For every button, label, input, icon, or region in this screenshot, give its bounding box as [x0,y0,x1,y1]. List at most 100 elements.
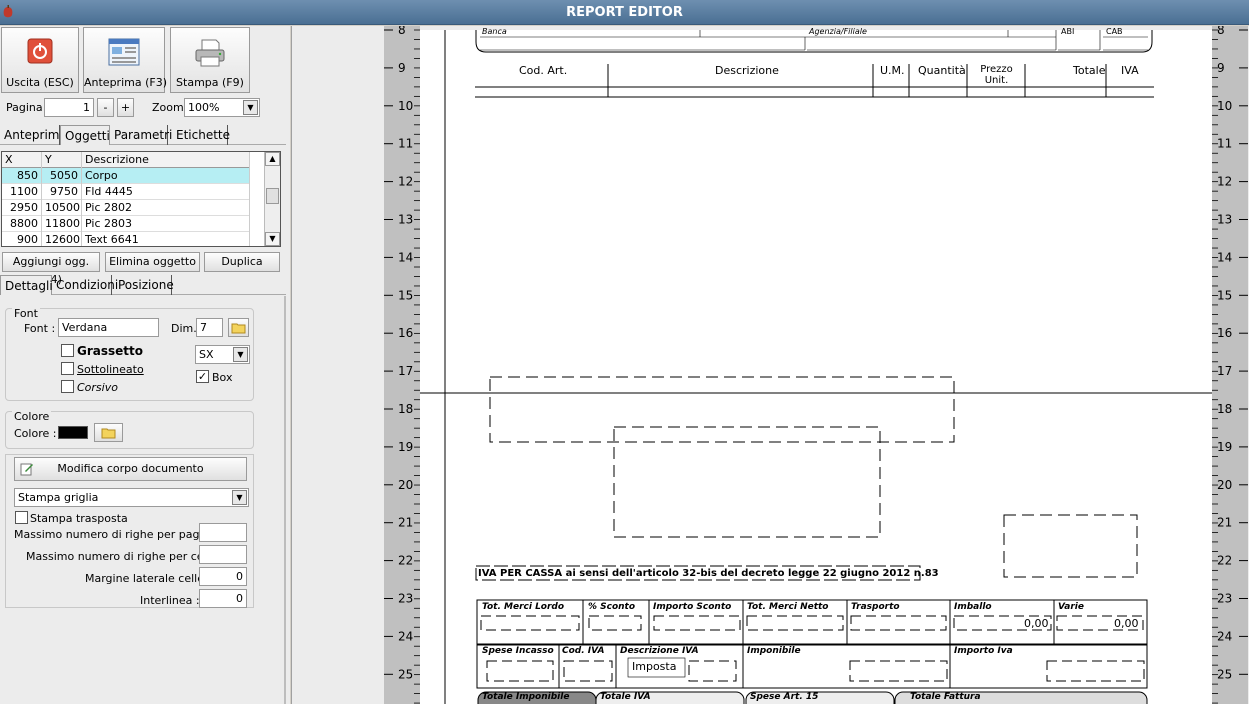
column-um[interactable]: U.M. [880,64,905,77]
page-label: Pagina [6,101,43,114]
color-swatch[interactable] [58,426,88,439]
ruler-label: 19 [1217,440,1232,454]
edit-body-button[interactable]: Modifica corpo documento [14,457,247,481]
ruler-label: 8 [1217,26,1225,37]
ruler-label: 9 [398,61,406,75]
label-totale-fattura[interactable]: Totale Fattura [910,692,981,702]
label-importo-iva[interactable]: Importo Iva [954,646,1013,656]
label-totale-imponibile[interactable]: Totale Imponibile [482,692,569,702]
underline-checkbox[interactable] [61,362,74,375]
box-checkbox[interactable]: ✓ [196,370,209,383]
tab-anteprima[interactable]: Anteprima [0,125,67,145]
line-spacing-label: Interlinea : [140,594,200,607]
label-tot-merci-netto[interactable]: Tot. Merci Netto [747,602,829,612]
max-rows-page-input[interactable] [199,523,247,542]
scroll-thumb[interactable] [266,188,279,204]
table-scrollbar[interactable]: ▲ ▼ [264,152,280,246]
column-totale[interactable]: Totale [1073,64,1105,77]
label-imballo[interactable]: Imballo [954,602,992,612]
table-row[interactable]: 8800 11800 Pic 2803 [2,216,250,232]
dim-input[interactable]: 7 [196,318,223,337]
label-tot-merci-lordo[interactable]: Tot. Merci Lordo [482,602,564,612]
bank-label[interactable]: Banca [482,27,507,36]
column-quantita[interactable]: Quantità [918,64,966,77]
italic-checkbox[interactable] [61,380,74,393]
label-spese-art-15[interactable]: Spese Art. 15 [750,692,818,702]
label-spese-incasso[interactable]: Spese Incasso [482,646,554,656]
max-rows-page-label: Massimo numero di righe per pagina : [14,528,224,541]
cab-label[interactable]: CAB [1106,27,1123,36]
objects-table[interactable]: X Y Descrizione 850 5050 Corpo 1100 9750… [1,151,281,247]
grid-print-value: Stampa griglia [18,491,99,504]
left-ruler: 8 9 10 11 12 13 14 15 16 17 18 19 20 21 22 23 24 25 [384,26,420,704]
varie-value[interactable]: 0,00 [1114,617,1139,630]
page-prev-button[interactable]: - [97,98,114,117]
header-descrizione[interactable]: Descrizione [82,152,250,168]
edit-body-label: Modifica corpo documento [57,462,204,475]
font-folder-button[interactable] [228,318,249,337]
abi-label[interactable]: ABI [1061,27,1074,36]
imposta-label[interactable]: Imposta [632,660,676,673]
ruler-label: 23 [398,592,413,606]
tab-posizione[interactable]: Posizione [114,275,174,295]
tab-condizioni[interactable]: Condizioni [52,275,118,295]
max-rows-cell-input[interactable] [199,545,247,564]
bold-checkbox[interactable] [61,344,74,357]
preview-window-icon [108,38,140,66]
zoom-select[interactable]: 100% ▼ [184,98,260,117]
scroll-up-icon[interactable]: ▲ [265,152,280,166]
transposed-checkbox[interactable] [15,511,28,524]
label-descrizione-iva[interactable]: Descrizione IVA [620,646,699,656]
duplicate-button[interactable]: Duplica [204,252,280,272]
add-object-button[interactable]: Aggiungi ogg.(F4) [2,252,100,286]
right-ruler: 8 9 10 11 12 13 14 15 16 17 18 19 20 21 22 23 24 25 [1212,26,1248,704]
label-imponibile[interactable]: Imponibile [747,646,801,656]
scroll-down-icon[interactable]: ▼ [265,232,280,246]
column-prezzo-unit[interactable]: Prezzo Unit. [974,64,1019,86]
label-importo-sconto[interactable]: Importo Sconto [653,602,731,612]
color-folder-button[interactable] [94,423,123,442]
imballo-value[interactable]: 0,00 [1024,617,1049,630]
bold-label: Grassetto [77,344,144,358]
align-select[interactable]: SX ▼ [195,345,250,364]
label-totale-iva[interactable]: Totale IVA [600,692,651,702]
header-y[interactable]: Y [42,152,82,168]
branch-label[interactable]: Agenzia/Filiale [809,27,867,36]
margin-input[interactable]: 0 [199,567,247,586]
table-row[interactable]: 850 5050 Corpo [2,168,250,184]
header-x[interactable]: X [2,152,42,168]
ruler-label: 20 [398,478,413,492]
print-button[interactable]: Stampa (F9) [170,27,250,93]
report-canvas-area[interactable]: 8 9 10 11 12 13 14 15 16 17 18 19 20 21 22 23 24 25 8 9 10 1… [291,26,1249,704]
iva-cash-note[interactable]: IVA PER CASSA ai sensi dell'articolo 32-… [478,568,939,579]
column-descrizione[interactable]: Descrizione [715,64,779,77]
delete-object-button[interactable]: Elimina oggetto [105,252,200,272]
ruler-label: 24 [1217,629,1232,643]
column-cod-art[interactable]: Cod. Art. [519,64,567,77]
column-iva[interactable]: IVA [1121,64,1139,77]
body-settings-group: Modifica corpo documento Stampa griglia … [5,454,254,608]
font-input[interactable]: Verdana [58,318,159,337]
table-row[interactable]: 2950 10500 Pic 2802 [2,200,250,216]
folder-icon [231,323,246,334]
report-page[interactable]: Banca Agenzia/Filiale ABI CAB Cod. Art. … [420,27,1212,704]
page-next-button[interactable]: + [117,98,134,117]
label-cod-iva[interactable]: Cod. IVA [562,646,604,656]
chevron-down-icon: ▼ [232,490,247,505]
tab-etichette[interactable]: Etichette [172,125,230,145]
table-row[interactable]: 900 12600 Text 6641 [2,232,250,246]
tab-oggetti[interactable]: Oggetti [60,125,110,145]
table-row[interactable]: 1100 9750 Fld 4445 [2,184,250,200]
preview-button[interactable]: Anteprima (F3) [83,27,167,93]
tab-parametri[interactable]: Parametri [110,125,172,145]
label-sconto[interactable]: % Sconto [588,602,635,612]
label-varie[interactable]: Varie [1058,602,1084,612]
label-trasporto[interactable]: Trasporto [851,602,900,612]
page-input[interactable]: 1 [44,98,94,117]
grid-print-select[interactable]: Stampa griglia ▼ [14,488,249,507]
ruler-label: 14 [398,250,413,264]
exit-button[interactable]: Uscita (ESC) [1,27,79,93]
tab-dettagli[interactable]: Dettagli [0,275,53,295]
line-spacing-input[interactable]: 0 [199,589,247,608]
left-panel: Uscita (ESC) Anteprima (F3) Stampa (F9) … [0,26,290,704]
